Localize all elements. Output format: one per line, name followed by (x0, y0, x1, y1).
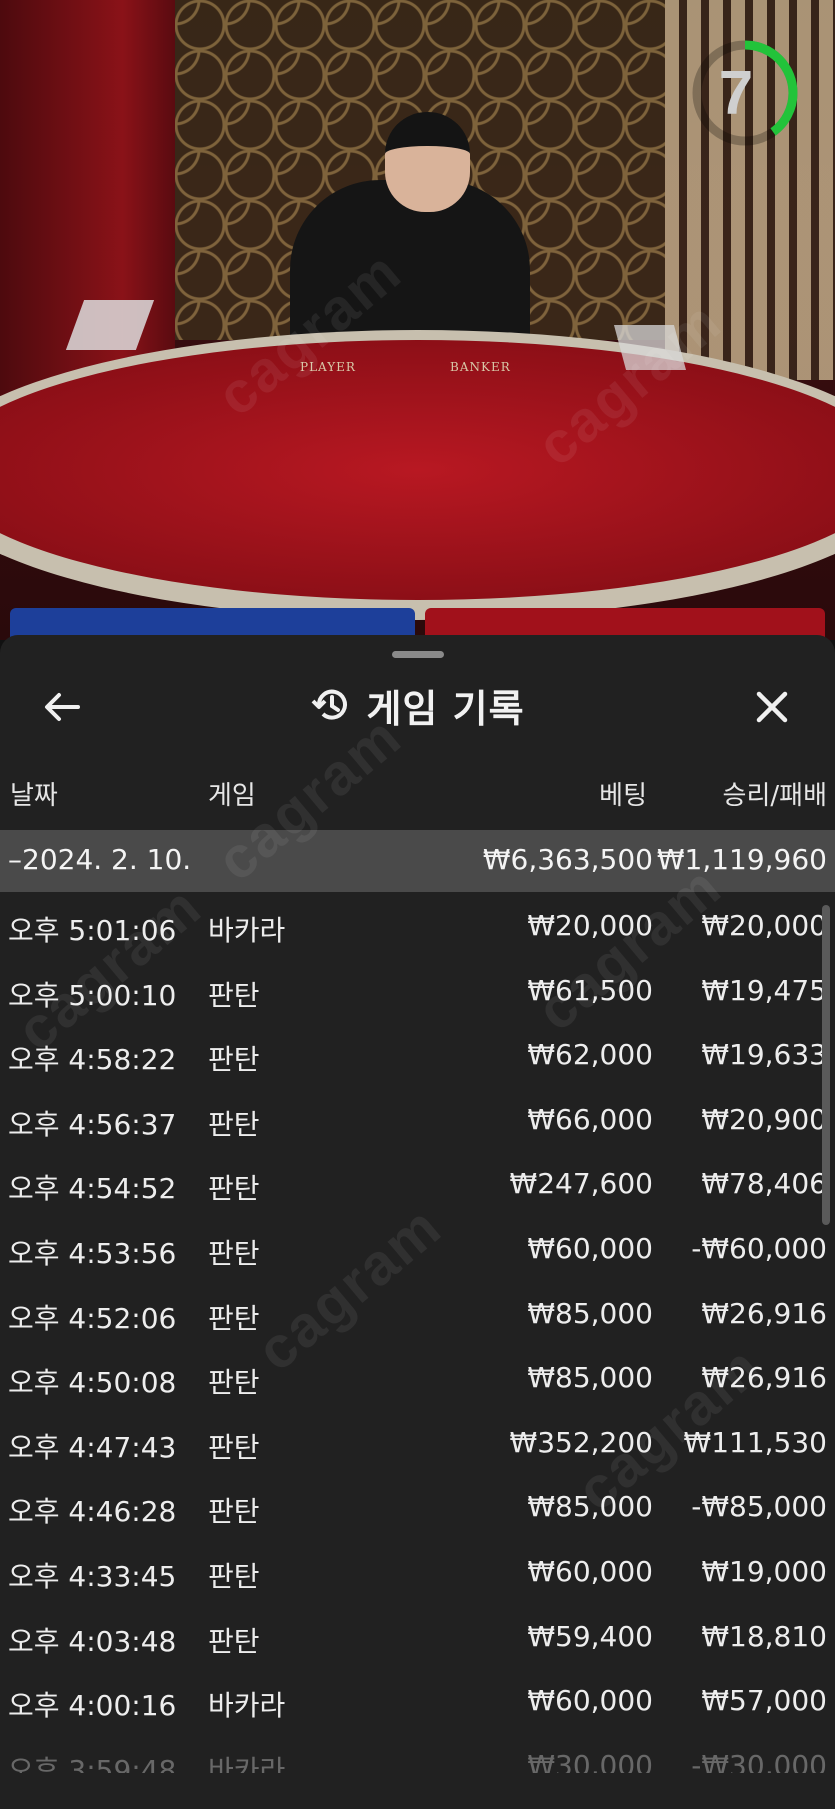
history-row[interactable]: 오후 4:33:45 판탄 ₩60,000 ₩19,000 (0, 1539, 835, 1604)
history-icon (312, 689, 348, 720)
row-game: 바카라 (208, 914, 286, 947)
row-bet: ₩85,000 (527, 1490, 653, 1524)
table-header: 날짜 게임 베팅 승리/패배 (0, 767, 835, 823)
history-row[interactable]: 오후 4:53:56 판탄 ₩60,000 -₩60,000 (0, 1216, 835, 1281)
row-time: 오후 4:03:48 (8, 1624, 177, 1658)
scrollbar[interactable] (822, 905, 830, 1225)
history-row[interactable]: 오후 4:54:52 판탄 ₩247,600 ₩78,406 (0, 1151, 835, 1216)
row-bet: ₩60,000 (527, 1554, 653, 1588)
row-win-loss: -₩85,000 (691, 1490, 827, 1524)
row-bet: ₩247,600 (509, 1167, 653, 1201)
history-row[interactable]: 오후 4:00:16 바카라 ₩60,000 ₩57,000 (0, 1668, 835, 1733)
history-row[interactable]: 오후 4:47:43 판탄 ₩352,200 ₩111,530 (0, 1410, 835, 1475)
baccarat-table (0, 340, 835, 600)
row-time: 오후 4:53:56 (8, 1236, 177, 1270)
row-time: 오후 4:50:08 (8, 1366, 177, 1400)
row-time: 오후 5:00:10 (8, 978, 177, 1012)
history-row[interactable]: 오후 4:52:06 판탄 ₩85,000 ₩26,916 (0, 1281, 835, 1346)
group-bet-total: ₩6,363,500 (482, 843, 653, 876)
discard-tray (613, 325, 687, 370)
row-time: 오후 4:46:28 (8, 1495, 177, 1529)
row-game: 판탄 (208, 1043, 260, 1077)
row-bet: ₩20,000 (527, 909, 653, 942)
row-time: 오후 5:01:06 (8, 914, 177, 947)
history-row[interactable]: 오후 4:46:28 판탄 ₩85,000 -₩85,000 (0, 1474, 835, 1539)
row-win-loss: ₩19,475 (701, 973, 827, 1007)
countdown-timer: 7 (690, 38, 800, 148)
row-win-loss: -₩30,000 (691, 1748, 827, 1773)
history-row[interactable]: 오후 4:58:22 판탄 ₩62,000 ₩19,633 (0, 1022, 835, 1087)
group-date: –2024. 2. 10. (8, 843, 192, 876)
row-game: 판탄 (208, 1107, 260, 1141)
row-time: 오후 4:54:52 (8, 1172, 177, 1206)
row-game: 판탄 (208, 1430, 260, 1464)
row-win-loss: ₩57,000 (701, 1684, 827, 1718)
date-group-row[interactable]: –2024. 2. 10. ₩6,363,500 ₩1,119,960 (0, 830, 835, 892)
drag-handle[interactable] (392, 651, 444, 658)
row-win-loss: -₩60,000 (691, 1231, 827, 1265)
row-bet: ₩60,000 (527, 1231, 653, 1265)
row-win-loss: ₩19,000 (701, 1554, 827, 1588)
group-win-total: ₩1,119,960 (656, 843, 827, 876)
close-icon (756, 691, 788, 723)
dealer-head (385, 112, 470, 212)
row-game: 판탄 (208, 1236, 260, 1270)
game-history-sheet: 게임 기록 날짜 게임 베팅 승리/패배 –2024. 2. 10. ₩6,36… (0, 635, 835, 1809)
arrow-left-icon (45, 693, 80, 721)
row-game: 판탄 (208, 1559, 260, 1593)
live-video: PLAYER BANKER 7 (0, 0, 835, 640)
history-row[interactable]: 오후 4:03:48 판탄 ₩59,400 ₩18,810 (0, 1604, 835, 1669)
column-game: 게임 (208, 781, 256, 811)
row-game: 판탄 (208, 1301, 260, 1335)
sheet-header: 게임 기록 (0, 665, 835, 745)
row-win-loss: ₩26,916 (701, 1361, 827, 1395)
row-game: 바카라 (208, 1689, 286, 1723)
back-button[interactable] (38, 683, 86, 731)
history-row[interactable]: 오후 5:00:10 판탄 ₩61,500 ₩19,475 (0, 958, 835, 1023)
row-game: 판탄 (208, 1366, 260, 1400)
row-time: 오후 4:47:43 (8, 1430, 177, 1464)
column-win-loss: 승리/패배 (722, 781, 827, 811)
row-bet: ₩62,000 (527, 1038, 653, 1072)
row-win-loss: ₩78,406 (701, 1167, 827, 1201)
row-bet: ₩66,000 (527, 1102, 653, 1136)
history-row[interactable]: 오후 4:56:37 판탄 ₩66,000 ₩20,900 (0, 1087, 835, 1152)
page-title: 게임 기록 (366, 686, 525, 731)
row-game: 바카라 (208, 1753, 286, 1773)
row-bet: ₩60,000 (527, 1684, 653, 1718)
row-game: 판탄 (208, 1495, 260, 1529)
row-game: 판탄 (208, 1624, 260, 1658)
row-win-loss: ₩20,000 (701, 909, 827, 942)
row-win-loss: ₩18,810 (701, 1619, 827, 1653)
history-row[interactable]: 오후 5:01:06 바카라 ₩20,000 ₩20,000 (0, 893, 835, 958)
table-player-label: PLAYER (300, 360, 356, 374)
column-date: 날짜 (10, 781, 58, 811)
row-bet: ₩85,000 (527, 1361, 653, 1395)
history-row[interactable]: 오후 4:50:08 판탄 ₩85,000 ₩26,916 (0, 1345, 835, 1410)
row-time: 오후 4:58:22 (8, 1043, 177, 1077)
column-bet: 베팅 (599, 781, 647, 811)
row-bet: ₩61,500 (527, 973, 653, 1007)
row-game: 판탄 (208, 1172, 260, 1206)
row-time: 오후 3:59:48 (8, 1753, 177, 1773)
table-banker-label: BANKER (450, 360, 511, 374)
row-bet: ₩59,400 (527, 1619, 653, 1653)
row-bet: ₩352,200 (509, 1425, 653, 1459)
timer-value: 7 (718, 58, 754, 128)
row-time: 오후 4:00:16 (8, 1689, 177, 1723)
row-win-loss: ₩26,916 (701, 1296, 827, 1330)
close-button[interactable] (748, 683, 796, 731)
row-time: 오후 4:56:37 (8, 1107, 177, 1141)
row-bet: ₩30,000 (527, 1748, 653, 1773)
row-time: 오후 4:52:06 (8, 1301, 177, 1335)
history-row[interactable]: 오후 3:59:48 바카라 ₩30,000 -₩30,000 (0, 1733, 835, 1773)
row-win-loss: ₩19,633 (701, 1038, 827, 1072)
row-win-loss: ₩111,530 (683, 1425, 827, 1459)
row-win-loss: ₩20,900 (701, 1102, 827, 1136)
row-time: 오후 4:33:45 (8, 1559, 177, 1593)
row-bet: ₩85,000 (527, 1296, 653, 1330)
row-game: 판탄 (208, 978, 260, 1012)
history-list: 오후 5:01:06 바카라 ₩20,000 ₩20,000 오후 5:00:10 판탄 ₩… (0, 893, 835, 1773)
